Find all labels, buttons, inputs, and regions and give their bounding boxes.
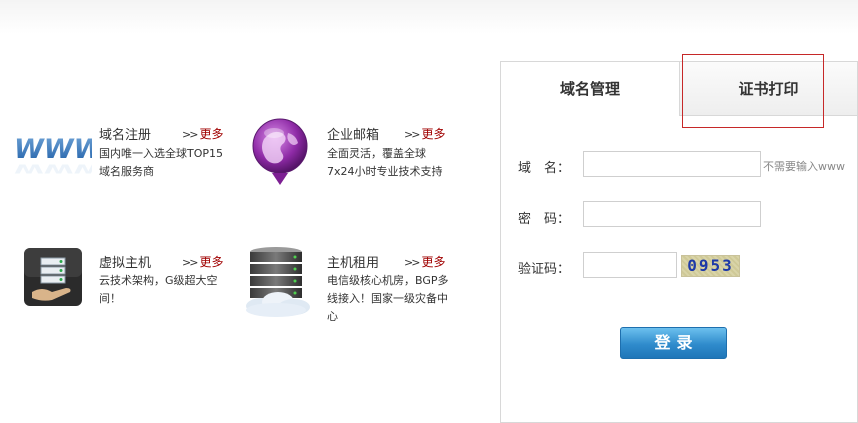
service-title: 虚拟主机 [99, 256, 152, 271]
tab-domain-management[interactable]: 域名管理 [501, 62, 679, 116]
domain-input[interactable] [583, 151, 761, 177]
mail-globe-icon [250, 117, 312, 193]
server-host-icon [22, 246, 84, 312]
captcha-label: 验证码： [518, 262, 571, 277]
double-arrow-icon: >> [404, 256, 421, 269]
login-tabs: 域名管理 证书打印 [501, 62, 857, 116]
more-link[interactable]: >> 更多 [404, 253, 445, 270]
captcha-input[interactable] [583, 252, 677, 278]
more-link-label: 更多 [199, 255, 224, 269]
service-description: 国内唯一入选全球TOP15域名服务商 [99, 147, 224, 178]
double-arrow-icon: >> [182, 128, 199, 141]
domain-hint: 不需要输入www [763, 160, 845, 173]
double-arrow-icon: >> [182, 256, 199, 269]
service-description: 全面灵活，覆盖全球7x24小时专业技术支持 [327, 147, 443, 178]
domain-label: 域 名： [518, 161, 571, 176]
service-description: 云技术架构，G级超大空间！ [99, 274, 218, 305]
captcha-image[interactable]: 0953 [681, 255, 740, 277]
top-band [0, 0, 858, 34]
www-icon: WWW WWW [12, 124, 105, 186]
more-link[interactable]: >> 更多 [404, 125, 445, 142]
service-title: 主机租用 [327, 256, 380, 271]
double-arrow-icon: >> [404, 128, 421, 141]
login-button[interactable]: 登录 [620, 327, 727, 359]
more-link-label: 更多 [421, 127, 446, 141]
tab-certificate-print[interactable]: 证书打印 [679, 62, 857, 116]
server-rack-icon [238, 246, 314, 324]
svg-text:WWW: WWW [14, 134, 92, 165]
more-link[interactable]: >> 更多 [182, 125, 223, 142]
password-input[interactable] [583, 201, 761, 227]
svg-text:WWW: WWW [14, 162, 92, 176]
service-description: 电信级核心机房，BGP多线接入！国家一级灾备中心 [327, 274, 449, 323]
service-title: 企业邮箱 [327, 128, 380, 143]
more-link[interactable]: >> 更多 [182, 253, 223, 270]
more-link-label: 更多 [421, 255, 446, 269]
more-link-label: 更多 [199, 127, 224, 141]
password-label: 密 码： [518, 212, 571, 227]
service-title: 域名注册 [99, 128, 152, 143]
login-panel: 域名管理 证书打印 域 名： 不需要输入www 密 码： 验证码： 0953 登… [500, 61, 858, 423]
